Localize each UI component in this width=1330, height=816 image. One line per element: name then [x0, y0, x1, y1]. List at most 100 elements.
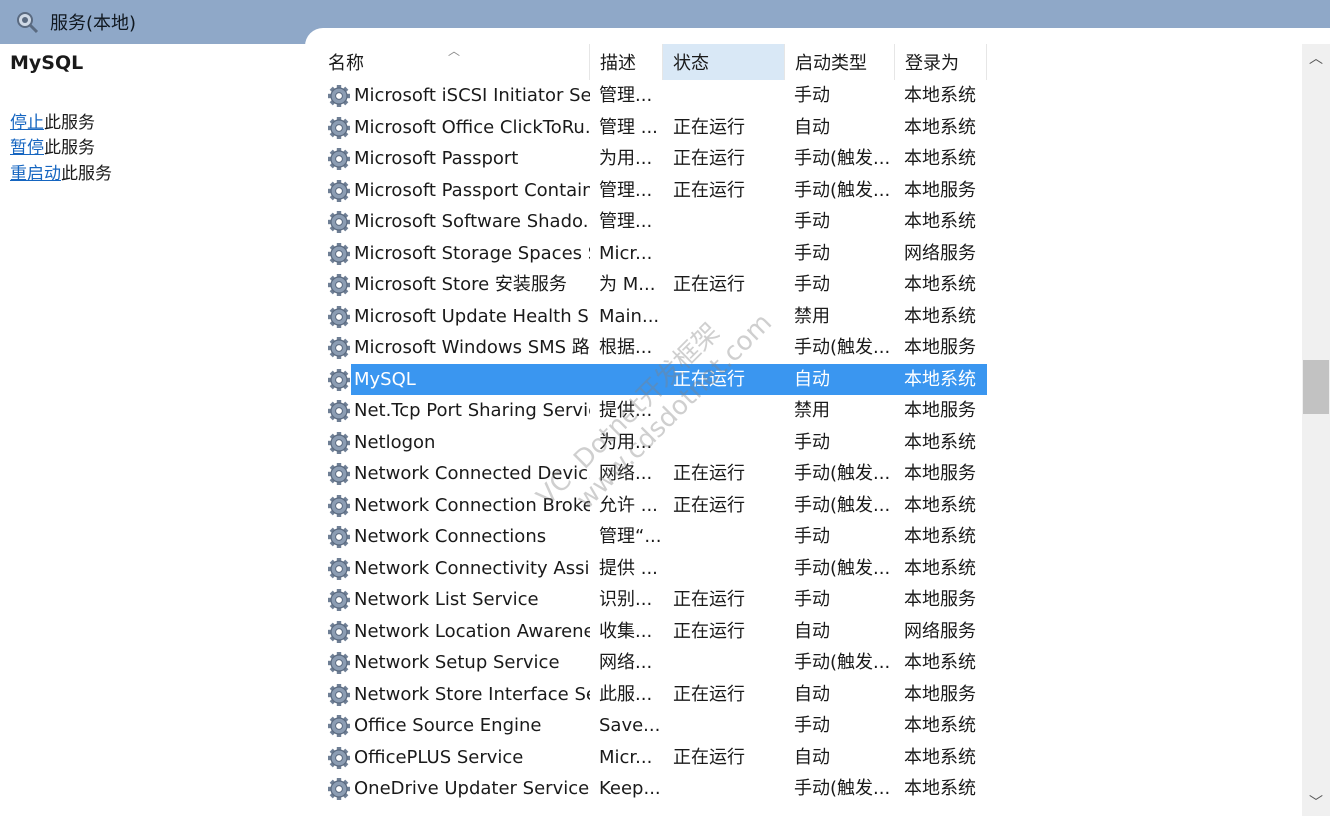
service-logon-as: 本地服务	[904, 179, 976, 201]
table-row[interactable]: Network Connected Devic... 网络... 正在运行 手动(触发…	[318, 458, 1302, 490]
pause-service-link[interactable]: 暂停	[10, 138, 44, 158]
table-row[interactable]: OfficePLUS Service Micr... 正在运行 自动 本地系统	[318, 742, 1302, 774]
table-row[interactable]: Net.Tcp Port Sharing Service 提供... 禁用 本地服务	[318, 395, 1302, 427]
gear-icon	[326, 83, 352, 109]
service-logon-as: 本地服务	[904, 463, 976, 484]
service-name: Microsoft Software Shado...	[354, 211, 590, 232]
service-status: 正在运行	[673, 620, 745, 642]
service-status: 正在运行	[673, 463, 745, 484]
table-row[interactable]: Microsoft Update Health S... Main... 禁用 本地系…	[318, 301, 1302, 333]
gear-icon	[326, 430, 352, 456]
service-status	[673, 773, 783, 805]
table-row[interactable]: Microsoft Passport 为用... 正在运行 手动(触发... 本地系统	[318, 143, 1302, 175]
service-logon-as: 本地系统	[904, 652, 976, 673]
gear-icon	[326, 115, 352, 141]
table-row[interactable]: Network Connection Broker 允许 ... 正在运行 手动(触发…	[318, 490, 1302, 522]
service-logon-as: 本地服务	[904, 337, 976, 358]
service-logon-as: 网络服务	[904, 620, 976, 642]
gear-icon	[326, 745, 352, 771]
service-name: Netlogon	[354, 431, 436, 453]
scroll-thumb[interactable]	[1303, 360, 1329, 414]
table-row[interactable]: Microsoft Windows SMS 路... 根据... 手动(触发... 本…	[318, 332, 1302, 364]
gear-icon	[326, 367, 352, 393]
action-suffix: 此服务	[44, 113, 95, 133]
gear-icon	[326, 587, 352, 613]
table-row[interactable]: Microsoft iSCSI Initiator Ser... 管理... 手动 本…	[318, 80, 1302, 112]
table-row[interactable]: Microsoft Software Shado... 管理... 手动 本地系统	[318, 206, 1302, 238]
column-header-status[interactable]: 状态	[663, 44, 785, 80]
table-row[interactable]: Network Setup Service 网络... 手动(触发... 本地系统	[318, 647, 1302, 679]
service-description: 允许 ...	[599, 494, 658, 516]
vertical-scrollbar[interactable]: ︿ ﹀	[1302, 44, 1330, 816]
gear-icon	[326, 272, 352, 298]
service-status: 正在运行	[673, 179, 745, 201]
table-row[interactable]: Network Store Interface Se... 此服... 正在运行 自动…	[318, 679, 1302, 711]
service-name: Microsoft iSCSI Initiator Ser...	[354, 85, 590, 106]
table-row[interactable]: Microsoft Storage Spaces S... Micr... 手动 网络…	[318, 238, 1302, 270]
table-row[interactable]: Microsoft Store 安装服务 为 M... 正在运行 手动 本地系统	[318, 269, 1302, 301]
service-name: Network Setup Service	[354, 652, 560, 673]
service-description: 管理...	[599, 85, 653, 106]
column-header-description[interactable]: 描述	[590, 44, 663, 80]
column-header-startup-type[interactable]: 启动类型	[785, 44, 895, 80]
service-logon-as: 本地系统	[904, 85, 976, 106]
gear-icon	[326, 398, 352, 424]
column-header-logon-as[interactable]: 登录为	[895, 44, 987, 80]
action-stop: 停止此服务	[10, 108, 95, 133]
table-row[interactable]: Office Source Engine Save... 手动 本地系统	[318, 710, 1302, 742]
service-logon-as: 本地服务	[904, 589, 976, 610]
service-logon-as: 本地系统	[904, 274, 976, 295]
table-row[interactable]: MySQL 正在运行 自动 本地系统	[318, 363, 1302, 395]
gear-icon	[326, 650, 352, 676]
table-row[interactable]: Microsoft Office ClickToRu... 管理 ... 正在运行 自…	[318, 112, 1302, 144]
column-header-row: 名称 ︿ 描述 状态 启动类型 登录为	[318, 44, 1302, 80]
gear-search-icon	[14, 9, 40, 35]
service-name: OfficePLUS Service	[354, 746, 524, 768]
service-startup-type: 自动	[794, 368, 830, 390]
service-logon-as: 本地系统	[904, 116, 976, 138]
restart-service-link[interactable]: 重启动	[10, 164, 61, 184]
service-name: Microsoft Store 安装服务	[354, 274, 567, 295]
service-status	[673, 332, 783, 364]
table-row[interactable]: Network Location Awarene... 收集... 正在运行 自动 网络…	[318, 616, 1302, 648]
table-row[interactable]: Network Connectivity Assis... 提供 ... 手动(触发…	[318, 553, 1302, 585]
gear-icon	[326, 682, 352, 708]
service-name: Network Store Interface Se...	[354, 683, 590, 705]
stop-service-link[interactable]: 停止	[10, 113, 44, 133]
scroll-up-arrow-icon[interactable]: ︿	[1302, 44, 1330, 72]
service-startup-type: 手动(触发...	[794, 337, 891, 358]
service-status	[673, 395, 783, 427]
table-row[interactable]: OneDrive Updater Service Keep... 手动(触发... 本…	[318, 773, 1302, 805]
table-row[interactable]: Microsoft Passport Container 管理... 正在运行 手动(…	[318, 175, 1302, 207]
scroll-down-arrow-icon[interactable]: ﹀	[1302, 788, 1330, 816]
service-startup-type: 手动	[794, 431, 830, 453]
service-logon-as: 本地系统	[904, 148, 976, 169]
service-status: 正在运行	[673, 746, 745, 768]
service-startup-type: 自动	[794, 116, 830, 138]
service-startup-type: 手动(触发...	[794, 778, 891, 799]
service-status	[673, 647, 783, 679]
sort-caret-icon: ︿	[448, 44, 461, 58]
service-startup-type: 手动	[794, 242, 830, 264]
service-logon-as: 本地系统	[904, 368, 976, 390]
table-row[interactable]: Network List Service 识别... 正在运行 手动 本地服务	[318, 584, 1302, 616]
table-row[interactable]: Netlogon 为用... 手动 本地系统	[318, 427, 1302, 459]
service-startup-type: 手动	[794, 526, 830, 547]
service-status	[673, 521, 783, 553]
service-description: 此服...	[599, 683, 653, 705]
service-name: Network Connections	[354, 526, 547, 547]
column-header-name[interactable]: 名称 ︿	[318, 44, 590, 80]
gear-icon	[326, 335, 352, 361]
service-description: Micr...	[599, 242, 653, 264]
service-logon-as: 本地服务	[904, 400, 976, 421]
service-startup-type: 禁用	[794, 400, 830, 421]
service-startup-type: 自动	[794, 683, 830, 705]
table-row[interactable]: Network Connections 管理“... 手动 本地系统	[318, 521, 1302, 553]
service-status	[673, 238, 783, 270]
service-logon-as: 本地系统	[904, 715, 976, 736]
gear-icon	[326, 461, 352, 487]
service-logon-as: 网络服务	[904, 242, 976, 264]
service-name: Microsoft Office ClickToRu...	[354, 116, 590, 138]
service-description: Micr...	[599, 746, 653, 768]
service-logon-as: 本地系统	[904, 557, 976, 579]
